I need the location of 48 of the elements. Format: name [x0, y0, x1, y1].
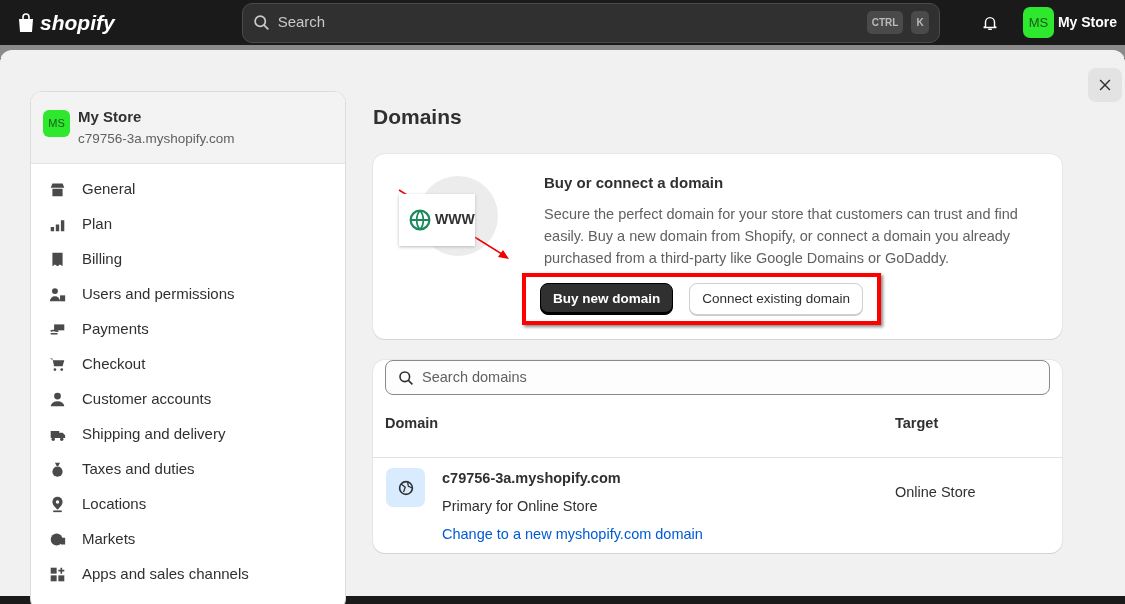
- store-domain: c79756-3a.myshopify.com: [78, 129, 235, 148]
- column-header: Domain: [385, 414, 440, 434]
- sidebar-item[interactable]: Payments: [31, 311, 345, 347]
- receipt-icon: [49, 250, 66, 268]
- globe-icon: [397, 479, 414, 496]
- shortcut-key: CTRL: [866, 11, 904, 34]
- domain-search-field[interactable]: Search domains: [385, 360, 1050, 396]
- globe-icon: [409, 208, 431, 231]
- promo-title: Buy or connect a domain: [544, 172, 725, 193]
- sidebar-item[interactable]: Plan: [31, 206, 345, 242]
- shortcut-key: K: [911, 11, 929, 34]
- sidebar-item[interactable]: Users and permissions: [31, 276, 345, 312]
- search-field[interactable]: Search CTRL K: [241, 2, 940, 43]
- buy-domain-button[interactable]: Buy new domain: [540, 283, 674, 316]
- sidebar-item[interactable]: Apps and sales channels: [31, 556, 345, 592]
- store-avatar: MS: [43, 110, 70, 137]
- location-pin-icon: [49, 495, 66, 513]
- apps-icon: [49, 565, 66, 583]
- promo-description: Secure the perfect domain for your store that customers can trust and find easily. Buy a new domain from Shopify, or connect a domain you already purchased from a third-party like Google Domains or GoDaddy.: [544, 205, 1019, 268]
- column-header: Target: [895, 414, 939, 434]
- sidebar-item[interactable]: Customer accounts: [31, 381, 345, 417]
- change-domain-link[interactable]: Change to a new myshopify.com domain: [442, 523, 703, 546]
- search-placeholder: Search: [277, 12, 327, 33]
- users-icon: [49, 285, 66, 303]
- domain-name: c79756-3a.myshopify.com: [442, 469, 622, 488]
- connect-domain-button[interactable]: Connect existing domain: [689, 283, 864, 316]
- sidebar-item[interactable]: Checkout: [31, 346, 345, 382]
- domain-note: Primary for Online Store: [442, 496, 599, 516]
- target-cell-text: Online Store: [895, 483, 976, 502]
- search-icon: [398, 369, 414, 386]
- logo-text: shopify: [40, 9, 115, 36]
- sidebar-item[interactable]: General: [31, 171, 345, 207]
- page-title: Domains: [373, 104, 463, 130]
- search-icon: [252, 14, 270, 31]
- account-avatar: MS: [1022, 7, 1054, 38]
- domain-illustration: WWW: [399, 193, 475, 246]
- sidebar-item[interactable]: Markets: [31, 521, 345, 557]
- sidebar-item[interactable]: Billing: [31, 241, 345, 277]
- close-icon: [1098, 78, 1112, 92]
- shopping-bag-icon: [16, 10, 36, 35]
- person-icon: [49, 390, 66, 408]
- sidebar-item[interactable]: Taxes and duties: [31, 451, 345, 487]
- search-placeholder: Search domains: [422, 367, 527, 387]
- store-name: My Store: [78, 107, 143, 127]
- sidebar-item[interactable]: Shipping and delivery: [31, 416, 345, 452]
- account-menu[interactable]: MS My Store: [1022, 7, 1117, 38]
- sidebar-item[interactable]: Locations: [31, 486, 345, 522]
- close-button[interactable]: [1088, 68, 1122, 102]
